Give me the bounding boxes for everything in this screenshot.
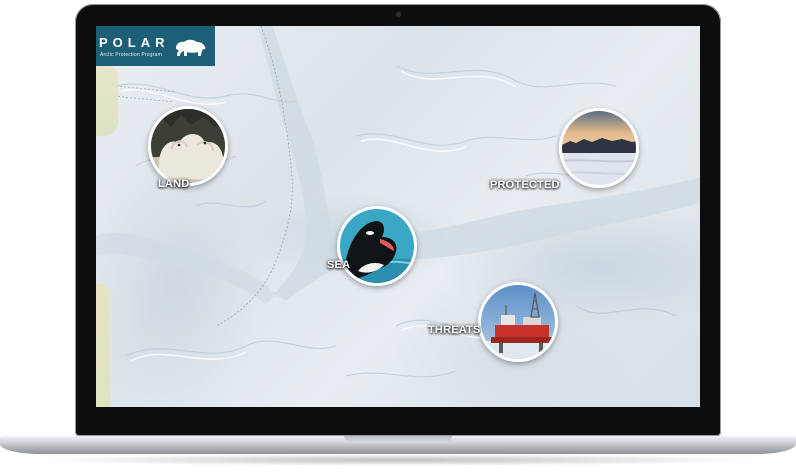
- hotspot-protected[interactable]: [559, 108, 639, 188]
- hotspot-land[interactable]: [148, 106, 228, 186]
- hotspot-label-land[interactable]: LAND: [158, 178, 189, 190]
- app-logo[interactable]: POLAR Arctic Protection Program: [96, 26, 215, 66]
- webcam: [395, 11, 402, 18]
- hotspot-label-sea[interactable]: SEA: [327, 259, 350, 271]
- hotspot-label-threats[interactable]: THREATS: [428, 324, 481, 336]
- inlet-water: [96, 232, 276, 304]
- coastline-bottom-left: [96, 284, 110, 407]
- hotspot-label-protected[interactable]: PROTECTED: [490, 179, 560, 191]
- orca-photo: [340, 209, 414, 283]
- oil-rig-photo: [481, 285, 555, 359]
- polar-bear-icon: [176, 39, 206, 56]
- app-screen: POLAR Arctic Protection Program LAND PRO…: [96, 26, 700, 407]
- frozen-lake-sunset-photo: [562, 111, 636, 185]
- hotspot-sea[interactable]: [337, 206, 417, 286]
- polar-bears-photo: [151, 109, 225, 183]
- hotspot-threats[interactable]: [478, 282, 558, 362]
- app-subtitle: Arctic Protection Program: [100, 52, 162, 58]
- laptop-base: [0, 444, 796, 454]
- laptop-notch: [344, 436, 452, 442]
- laptop-shadow: [30, 454, 766, 466]
- app-title: POLAR: [99, 35, 170, 50]
- coastline-top-left: [96, 66, 118, 136]
